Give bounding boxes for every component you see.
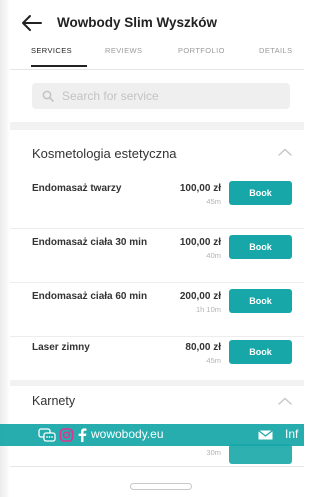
search-area	[10, 70, 304, 122]
book-button[interactable]: Book	[229, 340, 292, 364]
info-label: Inf	[285, 427, 299, 441]
service-price: 200,00 zł	[179, 291, 221, 302]
category-title: Karnety	[32, 394, 76, 408]
service-name: Endomasaż ciała 30 min	[32, 237, 148, 248]
service-duration: 45m	[206, 356, 221, 365]
tab-services[interactable]: SERVICES	[31, 46, 72, 55]
tab-reviews[interactable]: REVIEWS	[105, 46, 142, 55]
service-duration: 45m	[206, 197, 221, 206]
service-name: Laser zimny	[32, 342, 90, 353]
search-icon	[42, 90, 54, 102]
mail-icon	[258, 430, 273, 440]
service-price: 100,00 zł	[179, 237, 221, 248]
back-arrow-icon[interactable]	[21, 14, 43, 32]
service-name: Endomasaż ciała 60 min	[32, 291, 148, 302]
book-button[interactable]: Book	[229, 235, 292, 259]
tab-bar: SERVICES REVIEWS PORTFOLIO DETAILS	[10, 42, 304, 70]
divider	[10, 466, 304, 467]
service-price: 80,00 zł	[185, 342, 221, 353]
service-duration: 1h 10m	[195, 305, 221, 314]
left-edge-shadow	[0, 0, 10, 497]
service-row: Endomasaż ciała 60 min 200,00 zł 1h 10m …	[10, 285, 304, 337]
tab-details[interactable]: DETAILS	[259, 46, 293, 55]
search-input[interactable]	[62, 83, 282, 109]
tab-portfolio[interactable]: PORTFOLIO	[178, 46, 225, 55]
page-title: Wowbody Slim Wyszków	[57, 15, 218, 30]
instagram-icon	[59, 428, 74, 442]
facebook-icon	[78, 428, 87, 442]
service-row: Endomasaż twarzy 100,00 zł 45m Book	[10, 177, 304, 229]
book-button[interactable]	[229, 444, 292, 464]
service-price: 100,00 zł	[179, 183, 221, 194]
section-separator	[10, 122, 304, 130]
book-button[interactable]: Book	[229, 181, 292, 205]
chat-icon	[38, 428, 56, 442]
book-button[interactable]: Book	[229, 289, 292, 313]
service-duration: 30m	[206, 448, 221, 457]
chevron-up-icon[interactable]	[278, 397, 292, 405]
category-title: Kosmetologia estetyczna	[32, 146, 177, 161]
promo-banner: wowobody.eu Inf	[0, 424, 304, 446]
service-row: Endomasaż ciała 30 min 100,00 zł 40m Boo…	[10, 231, 304, 283]
chevron-up-icon[interactable]	[278, 148, 292, 156]
search-box[interactable]	[32, 83, 290, 109]
service-duration: 40m	[206, 251, 221, 260]
active-tab-indicator	[31, 65, 87, 67]
website-link[interactable]: wowobody.eu	[91, 427, 164, 441]
home-indicator[interactable]	[130, 483, 192, 490]
service-category: Kosmetologia estetyczna Endomasaż twarzy…	[10, 130, 304, 380]
service-name: Endomasaż twarzy	[32, 183, 122, 194]
